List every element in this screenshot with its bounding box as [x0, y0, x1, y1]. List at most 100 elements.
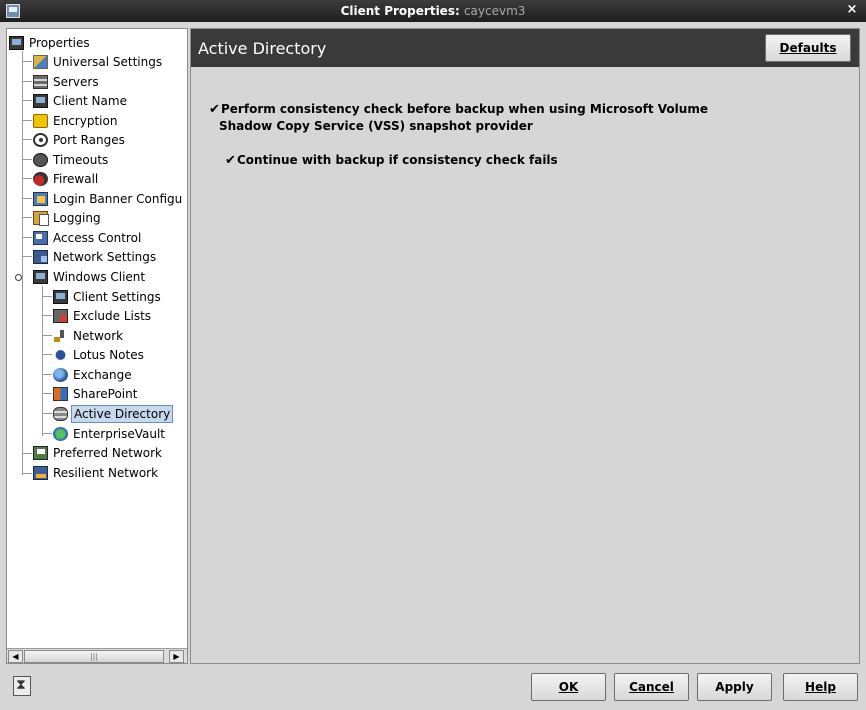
- exchange-icon: [53, 368, 68, 382]
- sharepoint-icon: [53, 387, 68, 401]
- tree-line: [22, 473, 32, 474]
- consistency-check-label-line1: Perform consistency check before backup …: [221, 102, 708, 116]
- tree-item-label: Port Ranges: [53, 133, 125, 147]
- universal-settings-icon: [33, 55, 48, 69]
- tree-line: [22, 453, 32, 454]
- tree-line: [22, 256, 32, 257]
- tree-line: [42, 393, 52, 394]
- properties-tree[interactable]: Properties Universal Settings Servers Cl…: [6, 28, 188, 664]
- tree-line: [42, 335, 52, 336]
- consistency-check-option[interactable]: ✔Perform consistency check before backup…: [209, 101, 708, 134]
- tree-line: [22, 120, 32, 121]
- windows-client-expander-icon[interactable]: [15, 274, 22, 281]
- tree-line: [22, 159, 32, 160]
- tree-item-label: Exchange: [73, 368, 132, 382]
- tree-line: [22, 61, 32, 62]
- continue-on-failure-option[interactable]: ✔Continue with backup if consistency che…: [225, 152, 558, 169]
- help-button-label: Help: [805, 680, 836, 694]
- tree-item-label: Windows Client: [53, 270, 146, 284]
- tree-line: [22, 139, 32, 140]
- scroll-right-arrow-icon[interactable]: ▶: [169, 650, 184, 663]
- window-title-host: caycevm3: [463, 4, 526, 18]
- tree-item-label: Firewall: [53, 172, 99, 186]
- tree-line: [42, 413, 52, 414]
- settings-panel: Active Directory Defaults ✔Perform consi…: [190, 28, 860, 664]
- tree-item-label: Universal Settings: [53, 55, 163, 69]
- tree-item-label: Access Control: [53, 231, 142, 245]
- tree-item-label: Network: [73, 329, 124, 343]
- computer-icon: [33, 270, 48, 284]
- access-control-icon: [33, 231, 48, 245]
- tree-line: [42, 354, 52, 355]
- cancel-button[interactable]: Cancel: [614, 673, 689, 701]
- tree-item-label: Resilient Network: [53, 466, 159, 480]
- tree-line: [22, 217, 32, 218]
- help-button[interactable]: Help: [783, 673, 858, 701]
- preferred-network-icon: [33, 446, 48, 460]
- tree-item-label: Logging: [53, 211, 101, 225]
- hourglass-icon[interactable]: [13, 676, 31, 696]
- tree-item-label: EnterpriseVault: [73, 427, 166, 441]
- tree-line: [42, 296, 52, 297]
- logging-icon: [33, 211, 49, 226]
- tree-line: [22, 198, 32, 199]
- defaults-button-label: Defaults: [779, 41, 837, 55]
- tree-item-label: Client Settings: [73, 290, 161, 304]
- tree-item-label: Lotus Notes: [73, 348, 144, 362]
- network-settings-icon: [33, 250, 48, 264]
- panel-header: Active Directory Defaults: [191, 29, 859, 67]
- tree-line: [22, 100, 32, 101]
- checkbox-checked-icon[interactable]: ✔: [225, 153, 237, 169]
- servers-icon: [33, 75, 48, 89]
- timer-icon: [33, 153, 48, 167]
- checkbox-checked-icon[interactable]: ✔: [209, 102, 221, 118]
- close-icon[interactable]: ×: [844, 2, 860, 18]
- lotus-notes-icon: [53, 348, 68, 362]
- network-plug-icon: [53, 329, 68, 343]
- computer-icon: [33, 94, 48, 108]
- computer-icon: [9, 36, 24, 50]
- tree-item-label: Exclude Lists: [73, 309, 152, 323]
- tree-item-label: SharePoint: [73, 387, 138, 401]
- port-icon: [33, 133, 48, 147]
- tree-line: [42, 374, 52, 375]
- defaults-button[interactable]: Defaults: [765, 34, 851, 62]
- client-properties-window: Client Properties: caycevm3 × Properties…: [0, 0, 866, 710]
- tree-item-label: Preferred Network: [53, 446, 162, 460]
- tree-line: [42, 433, 52, 434]
- title-bar: Client Properties: caycevm3 ×: [0, 0, 866, 22]
- tree-item-label: Encryption: [53, 114, 118, 128]
- tree-line: [22, 51, 23, 475]
- window-title-prefix: Client Properties:: [340, 4, 464, 18]
- enterprise-vault-icon: [53, 427, 68, 441]
- exclude-lists-icon: [53, 309, 68, 323]
- scroll-left-arrow-icon[interactable]: ◀: [8, 650, 23, 663]
- tree-item-label: Timeouts: [53, 153, 109, 167]
- consistency-check-label-line2: Shadow Copy Service (VSS) snapshot provi…: [219, 119, 533, 133]
- apply-button-label: Apply: [715, 680, 754, 694]
- continue-on-failure-label: Continue with backup if consistency chec…: [237, 153, 558, 167]
- tree-line: [22, 178, 32, 179]
- tree-line: [42, 315, 52, 316]
- ok-button[interactable]: OK: [531, 673, 606, 701]
- computer-icon: [53, 290, 68, 304]
- tree-item-label: Client Name: [53, 94, 127, 108]
- dialog-button-bar: OK Cancel Apply Help: [0, 668, 866, 710]
- tree-horizontal-scrollbar[interactable]: ◀ ||| ▶: [7, 648, 187, 663]
- tree-item-label: Servers: [53, 75, 99, 89]
- firewall-icon: [33, 172, 48, 186]
- window-title: Client Properties: caycevm3: [0, 4, 866, 18]
- cancel-button-label: Cancel: [629, 680, 674, 694]
- banner-icon: [33, 192, 48, 206]
- tree-item-label: Properties: [29, 36, 90, 50]
- tree-item-label: Login Banner Configu: [53, 192, 183, 206]
- resilient-network-icon: [33, 466, 48, 480]
- ok-button-label: OK: [558, 680, 579, 694]
- tree-line: [22, 81, 32, 82]
- scroll-thumb[interactable]: |||: [24, 650, 164, 663]
- apply-button[interactable]: Apply: [697, 673, 772, 701]
- lock-icon: [33, 114, 48, 128]
- tree-item-label: Network Settings: [53, 250, 157, 264]
- active-directory-icon: [53, 407, 68, 421]
- tree-item-label: Active Directory: [71, 405, 174, 423]
